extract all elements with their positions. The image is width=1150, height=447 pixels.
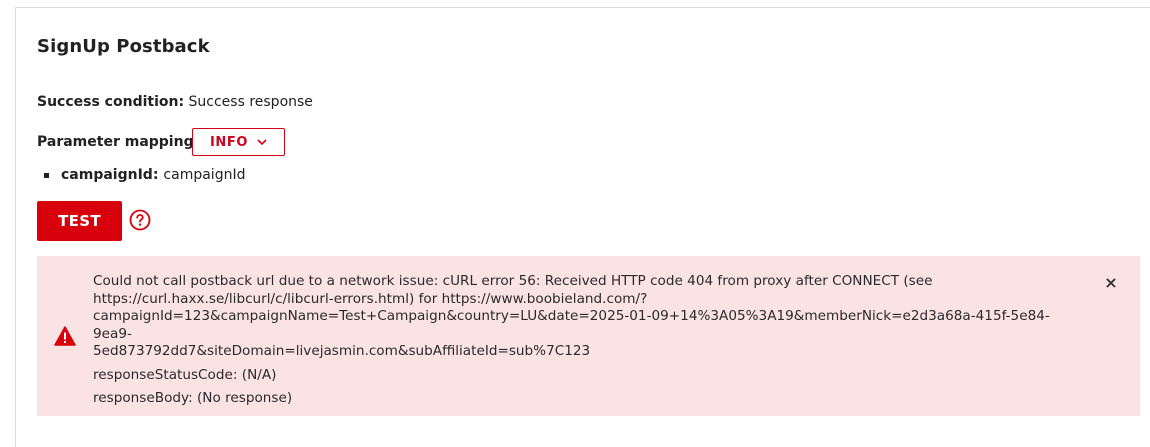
info-dropdown-button[interactable]: INFO	[192, 128, 285, 156]
test-button[interactable]: TEST	[37, 201, 122, 241]
alert-message-line: 5ed873792dd7&siteDomain=livejasmin.com&s…	[93, 343, 591, 359]
response-status-code: responseStatusCode: (N/A)	[93, 366, 277, 383]
info-button-label: INFO	[209, 134, 249, 150]
error-alert: Could not call postback url due to a net…	[37, 256, 1140, 416]
bullet-icon	[44, 172, 49, 178]
mapping-key: campaignId:	[61, 167, 159, 183]
signup-postback-panel: SignUp Postback Success condition: Succe…	[15, 7, 1150, 447]
mapping-list-item: campaignId: campaignId	[37, 166, 245, 184]
alert-message: Could not call postback url due to a net…	[93, 273, 1053, 361]
section-title: SignUp Postback	[37, 36, 210, 57]
chevron-down-icon	[257, 138, 267, 145]
success-condition-row: Success condition: Success response	[37, 93, 313, 111]
mapping-value: campaignId	[163, 167, 246, 183]
alert-message-line: Could not call postback url due to a net…	[93, 273, 933, 289]
alert-message-line: campaignId=123&campaignName=Test+Campaig…	[93, 308, 1050, 342]
parameter-mapping-label: Parameter mapping	[37, 134, 194, 150]
question-circle-icon[interactable]	[129, 209, 151, 231]
success-condition-label: Success condition:	[37, 94, 185, 110]
alert-body: Could not call postback url due to a net…	[93, 273, 1053, 414]
warning-triangle-icon	[54, 326, 76, 346]
alert-message-line: https://curl.haxx.se/libcurl/c/libcurl-e…	[93, 290, 648, 307]
success-condition-value: Success response	[188, 94, 313, 110]
close-icon[interactable]: ×	[1104, 275, 1118, 291]
response-body: responseBody: (No response)	[93, 390, 293, 406]
